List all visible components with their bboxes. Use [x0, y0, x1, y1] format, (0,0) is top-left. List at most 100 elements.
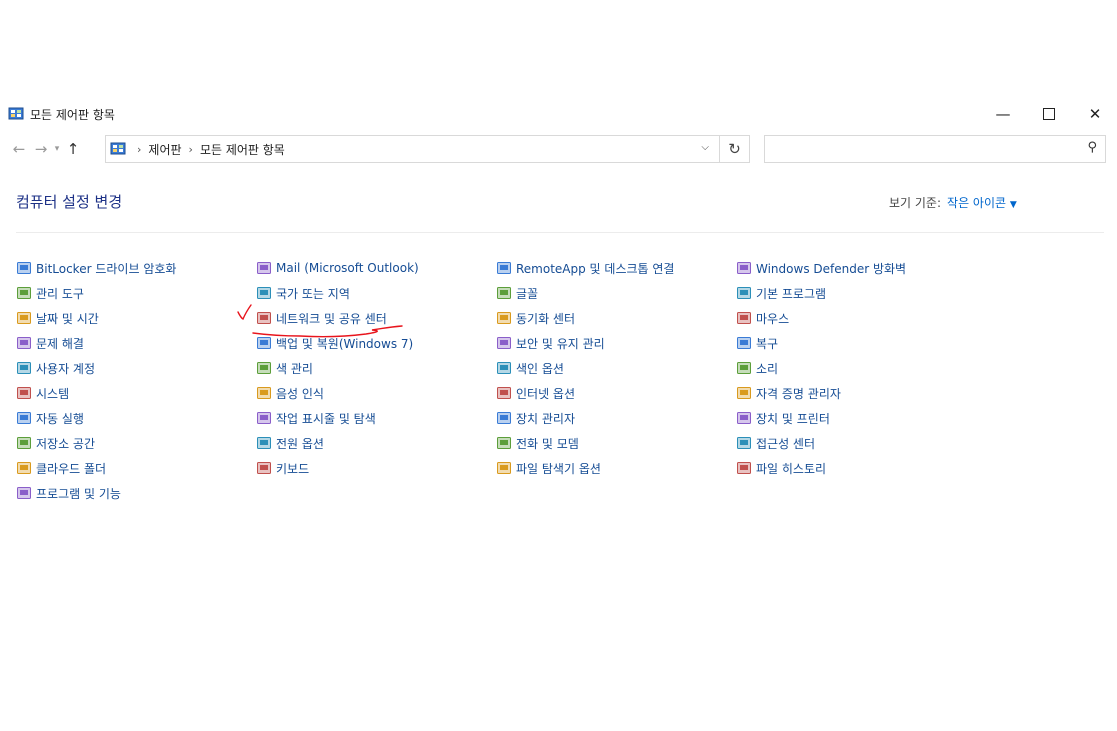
view-by-dropdown[interactable]: 작은 아이콘 ▼	[947, 196, 1017, 210]
control-panel-item-label[interactable]: 마우스	[756, 310, 789, 327]
control-panel-item-label[interactable]: 국가 또는 지역	[276, 285, 350, 302]
breadcrumb-all-items[interactable]: 모든 제어판 항목	[200, 141, 285, 158]
control-panel-item-label[interactable]: 네트워크 및 공유 센터	[276, 310, 387, 327]
control-panel-item-label[interactable]: 장치 및 프린터	[756, 410, 830, 427]
control-panel-item[interactable]: 자격 증명 관리자	[736, 383, 841, 403]
work-folders-icon	[16, 460, 32, 476]
up-arrow-icon[interactable]: ↑	[62, 140, 84, 158]
control-panel-item[interactable]: 색 관리	[256, 358, 313, 378]
control-panel-item[interactable]: RemoteApp 및 데스크톱 연결	[496, 258, 674, 278]
control-panel-item-label[interactable]: BitLocker 드라이브 암호화	[36, 260, 176, 277]
control-panel-item[interactable]: 네트워크 및 공유 센터	[256, 308, 387, 328]
control-panel-item[interactable]: 백업 및 복원(Windows 7)	[256, 333, 413, 353]
control-panel-item[interactable]: 접근성 센터	[736, 433, 815, 453]
breadcrumb-control-panel[interactable]: 제어판	[148, 141, 181, 158]
control-panel-item[interactable]: 저장소 공간	[16, 433, 95, 453]
control-panel-item[interactable]: 자동 실행	[16, 408, 84, 428]
control-panel-item[interactable]: 색인 옵션	[496, 358, 564, 378]
control-panel-item[interactable]: 문제 해결	[16, 333, 84, 353]
control-panel-item[interactable]: 사용자 계정	[16, 358, 95, 378]
control-panel-item-label[interactable]: Mail (Microsoft Outlook)	[276, 261, 419, 275]
close-button[interactable]: ✕	[1072, 104, 1117, 124]
refresh-button[interactable]: ↻	[720, 135, 750, 163]
forward-arrow-icon[interactable]: →	[30, 140, 52, 158]
control-panel-item[interactable]: 글꼴	[496, 283, 538, 303]
control-panel-item[interactable]: 파일 히스토리	[736, 458, 826, 478]
control-panel-item-label[interactable]: 파일 히스토리	[756, 460, 826, 477]
search-box[interactable]: ⚲	[764, 135, 1106, 163]
control-panel-item-label[interactable]: 인터넷 옵션	[516, 385, 575, 402]
control-panel-item-label[interactable]: RemoteApp 및 데스크톱 연결	[516, 260, 674, 277]
control-panel-item-label[interactable]: 자격 증명 관리자	[756, 385, 841, 402]
control-panel-item-label[interactable]: 저장소 공간	[36, 435, 95, 452]
control-panel-item[interactable]: 국가 또는 지역	[256, 283, 350, 303]
control-panel-item[interactable]: 기본 프로그램	[736, 283, 826, 303]
control-panel-item-label[interactable]: 관리 도구	[36, 285, 84, 302]
control-panel-item-label[interactable]: 작업 표시줄 및 탐색	[276, 410, 376, 427]
control-panel-item[interactable]: 전원 옵션	[256, 433, 324, 453]
control-panel-item-label[interactable]: 색 관리	[276, 360, 313, 377]
control-panel-item[interactable]: 마우스	[736, 308, 789, 328]
recent-locations-icon[interactable]: ▾	[52, 144, 62, 154]
control-panel-item[interactable]: 파일 탐색기 옵션	[496, 458, 601, 478]
control-panel-item-label[interactable]: 키보드	[276, 460, 309, 477]
search-input[interactable]	[771, 136, 1075, 162]
control-panel-item-label[interactable]: 자동 실행	[36, 410, 84, 427]
window-title-bar: 모든 제어판 항목	[8, 104, 115, 124]
control-panel-item[interactable]: 전화 및 모뎀	[496, 433, 579, 453]
minimize-icon: —	[995, 105, 1011, 123]
control-panel-item-label[interactable]: 장치 관리자	[516, 410, 575, 427]
control-panel-item[interactable]: 날짜 및 시간	[16, 308, 99, 328]
control-panel-item-label[interactable]: 복구	[756, 335, 778, 352]
control-panel-item[interactable]: 작업 표시줄 및 탐색	[256, 408, 376, 428]
minimize-button[interactable]: —	[980, 104, 1026, 124]
mail-icon	[256, 260, 272, 276]
control-panel-item[interactable]: 클라우드 폴더	[16, 458, 106, 478]
chevron-down-icon[interactable]: ⌵	[701, 142, 709, 153]
control-panel-item[interactable]: 동기화 센터	[496, 308, 575, 328]
control-panel-item[interactable]: 음성 인식	[256, 383, 324, 403]
control-panel-item[interactable]: 키보드	[256, 458, 309, 478]
control-panel-icon	[8, 106, 24, 122]
maximize-button[interactable]	[1026, 104, 1072, 124]
control-panel-item-label[interactable]: 파일 탐색기 옵션	[516, 460, 601, 477]
control-panel-item-label[interactable]: 전화 및 모뎀	[516, 435, 579, 452]
control-panel-item-label[interactable]: 소리	[756, 360, 778, 377]
control-panel-item[interactable]: 관리 도구	[16, 283, 84, 303]
control-panel-item-label[interactable]: 색인 옵션	[516, 360, 564, 377]
control-panel-item[interactable]: BitLocker 드라이브 암호화	[16, 258, 176, 278]
control-panel-item[interactable]: 장치 관리자	[496, 408, 575, 428]
breadcrumb-separator-icon: ›	[188, 142, 193, 156]
control-panel-item-label[interactable]: 시스템	[36, 385, 69, 402]
control-panel-item[interactable]: Windows Defender 방화벽	[736, 258, 906, 278]
address-bar[interactable]: › 제어판 › 모든 제어판 항목 ⌵	[105, 135, 720, 163]
control-panel-item-label[interactable]: 클라우드 폴더	[36, 460, 106, 477]
back-arrow-icon[interactable]: ←	[8, 140, 30, 158]
control-panel-item-label[interactable]: 기본 프로그램	[756, 285, 826, 302]
control-panel-item-label[interactable]: 날짜 및 시간	[36, 310, 99, 327]
control-panel-item-label[interactable]: 음성 인식	[276, 385, 324, 402]
control-panel-item[interactable]: 장치 및 프린터	[736, 408, 830, 428]
control-panel-item-label[interactable]: 동기화 센터	[516, 310, 575, 327]
control-panel-item[interactable]: 소리	[736, 358, 778, 378]
control-panel-item[interactable]: 프로그램 및 기능	[16, 483, 121, 503]
remoteapp-icon	[496, 260, 512, 276]
control-panel-item[interactable]: 보안 및 유지 관리	[496, 333, 605, 353]
refresh-icon: ↻	[728, 140, 741, 158]
security-maintenance-icon	[496, 335, 512, 351]
control-panel-item-label[interactable]: 사용자 계정	[36, 360, 95, 377]
control-panel-item[interactable]: Mail (Microsoft Outlook)	[256, 258, 419, 278]
control-panel-item-label[interactable]: Windows Defender 방화벽	[756, 260, 906, 277]
control-panel-item-label[interactable]: 글꼴	[516, 285, 538, 302]
control-panel-item-label[interactable]: 백업 및 복원(Windows 7)	[276, 335, 413, 352]
search-icon[interactable]: ⚲	[1087, 140, 1097, 155]
control-panel-item-label[interactable]: 프로그램 및 기능	[36, 485, 121, 502]
control-panel-item[interactable]: 인터넷 옵션	[496, 383, 575, 403]
control-panel-item-label[interactable]: 문제 해결	[36, 335, 84, 352]
control-panel-item-label[interactable]: 보안 및 유지 관리	[516, 335, 605, 352]
control-panel-item[interactable]: 복구	[736, 333, 778, 353]
user-accounts-icon	[16, 360, 32, 376]
control-panel-item-label[interactable]: 전원 옵션	[276, 435, 324, 452]
control-panel-item-label[interactable]: 접근성 센터	[756, 435, 815, 452]
control-panel-item[interactable]: 시스템	[16, 383, 69, 403]
